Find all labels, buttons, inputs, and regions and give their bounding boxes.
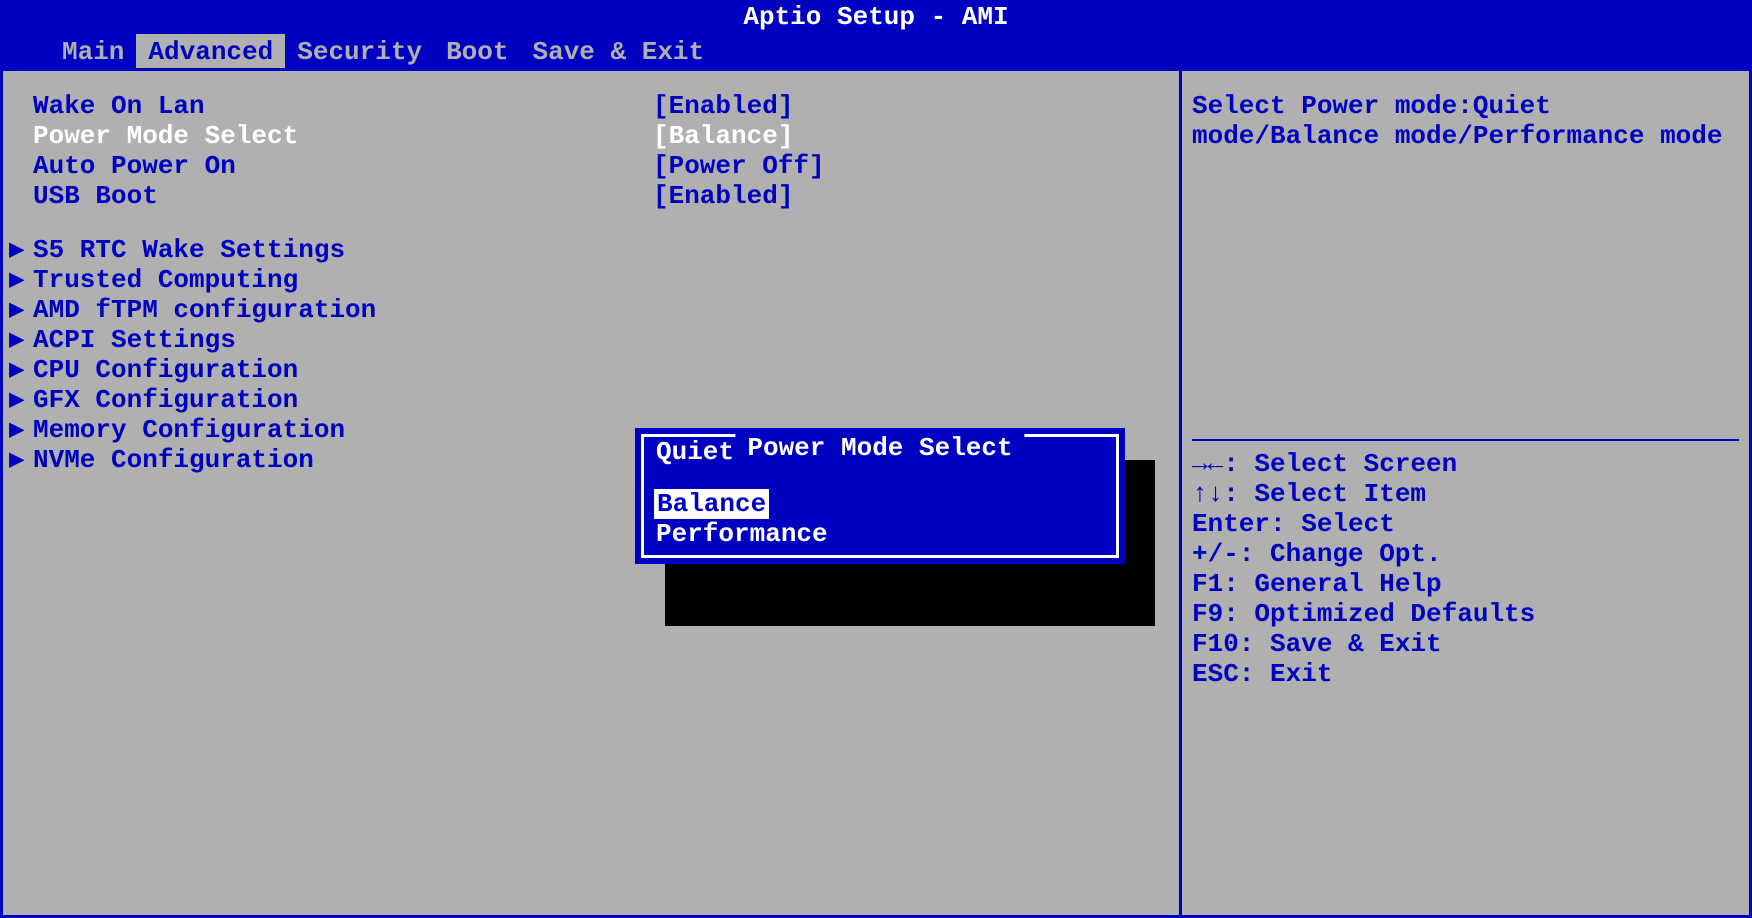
submenu-label: NVMe Configuration	[33, 445, 314, 475]
tab-advanced[interactable]: Advanced	[136, 34, 285, 68]
submenu-label: Trusted Computing	[33, 265, 298, 295]
key-hint-select-item: ↑↓: Select Item	[1192, 479, 1739, 509]
submenu-s5-rtc-wake[interactable]: ▶ S5 RTC Wake Settings	[9, 235, 1149, 265]
submenu-arrow-icon: ▶	[9, 415, 33, 445]
setting-value: [Enabled]	[653, 91, 1149, 121]
key-hint-change-opt: +/-: Change Opt.	[1192, 539, 1739, 569]
submenu-arrow-icon: ▶	[9, 355, 33, 385]
side-panel: Select Power mode:Quiet mode/Balance mod…	[1182, 68, 1752, 918]
tab-bar: Main Advanced Security Boot Save & Exit	[0, 34, 1752, 68]
submenu-gfx-config[interactable]: ▶ GFX Configuration	[9, 385, 1149, 415]
submenu-label: S5 RTC Wake Settings	[33, 235, 345, 265]
divider	[1192, 439, 1739, 441]
bios-title: Aptio Setup - AMI	[0, 0, 1752, 34]
submenu-arrow-icon: ▶	[9, 295, 33, 325]
setting-label: Power Mode Select	[33, 121, 653, 151]
power-mode-popup: Power Mode Select Quiet Balance Performa…	[635, 428, 1125, 564]
setting-value: [Power Off]	[653, 151, 1149, 181]
setting-label: Wake On Lan	[33, 91, 653, 121]
submenu-label: CPU Configuration	[33, 355, 298, 385]
key-hint-select-screen: →←: Select Screen	[1192, 449, 1739, 479]
submenu-trusted-computing[interactable]: ▶ Trusted Computing	[9, 265, 1149, 295]
popup-title: Power Mode Select	[735, 433, 1024, 463]
setting-value: [Enabled]	[653, 181, 1149, 211]
key-hint-save-exit: F10: Save & Exit	[1192, 629, 1739, 659]
tab-main[interactable]: Main	[50, 34, 136, 68]
submenu-label: Memory Configuration	[33, 415, 345, 445]
popup-option-balance[interactable]: Balance	[654, 489, 769, 519]
help-text: Select Power mode:Quiet mode/Balance mod…	[1192, 91, 1739, 431]
setting-value: [Balance]	[653, 121, 1149, 151]
tab-boot[interactable]: Boot	[434, 34, 520, 68]
tab-security[interactable]: Security	[285, 34, 434, 68]
spacer	[33, 211, 1149, 235]
key-hint-enter: Enter: Select	[1192, 509, 1739, 539]
setting-usb-boot[interactable]: USB Boot [Enabled]	[33, 181, 1149, 211]
submenu-arrow-icon: ▶	[9, 235, 33, 265]
submenu-cpu-config[interactable]: ▶ CPU Configuration	[9, 355, 1149, 385]
popup-inner: Power Mode Select Quiet Balance Performa…	[641, 434, 1119, 558]
submenu-amd-ftpm[interactable]: ▶ AMD fTPM configuration	[9, 295, 1149, 325]
key-hint-esc-exit: ESC: Exit	[1192, 659, 1739, 689]
submenu-arrow-icon: ▶	[9, 445, 33, 475]
submenu-arrow-icon: ▶	[9, 265, 33, 295]
submenu-arrow-icon: ▶	[9, 385, 33, 415]
setting-label: USB Boot	[33, 181, 653, 211]
submenu-label: ACPI Settings	[33, 325, 236, 355]
submenu-label: AMD fTPM configuration	[33, 295, 376, 325]
submenu-acpi-settings[interactable]: ▶ ACPI Settings	[9, 325, 1149, 355]
setting-auto-power-on[interactable]: Auto Power On [Power Off]	[33, 151, 1149, 181]
popup-option-performance[interactable]: Performance	[654, 519, 1106, 549]
key-hints: →←: Select Screen ↑↓: Select Item Enter:…	[1192, 449, 1739, 689]
setting-label: Auto Power On	[33, 151, 653, 181]
submenu-arrow-icon: ▶	[9, 325, 33, 355]
key-hint-general-help: F1: General Help	[1192, 569, 1739, 599]
submenu-label: GFX Configuration	[33, 385, 298, 415]
key-hint-optimized-defaults: F9: Optimized Defaults	[1192, 599, 1739, 629]
tab-save-exit[interactable]: Save & Exit	[521, 34, 717, 68]
setting-power-mode-select[interactable]: Power Mode Select [Balance]	[33, 121, 1149, 151]
setting-wake-on-lan[interactable]: Wake On Lan [Enabled]	[33, 91, 1149, 121]
